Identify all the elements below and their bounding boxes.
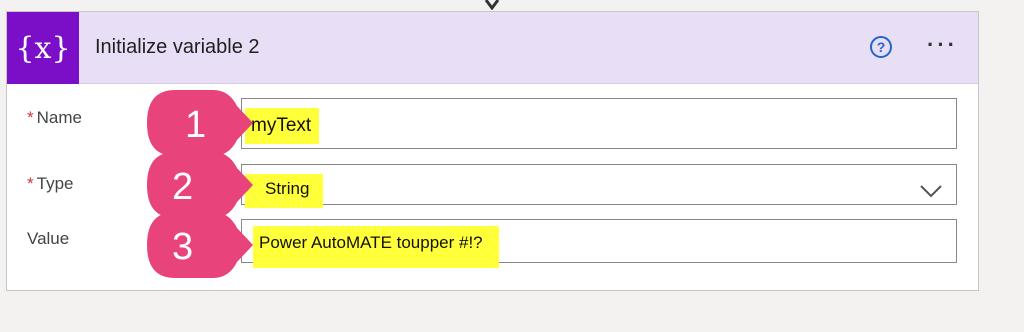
type-dropdown[interactable]: String [241,164,957,208]
card-title[interactable]: Initialize variable 2 [95,36,260,59]
type-label: * Type [27,174,73,194]
more-ellipsis-icon[interactable]: ··· [927,32,958,58]
annotation-badge-1: 1 [145,88,255,158]
name-input[interactable]: myText [241,98,957,149]
card-header[interactable]: {x} Initialize variable 2 ? ··· [7,12,978,84]
chevron-down-icon[interactable] [917,182,945,200]
type-label-text: Type [36,174,74,193]
name-label: * Name [27,108,82,128]
annotation-number-1: 1 [185,104,206,146]
question-circle-icon[interactable]: ? [870,36,892,58]
annotation-badge-3: 3 [145,210,255,280]
flow-connector-arrow-icon [484,0,500,10]
annotation-number-3: 3 [172,226,193,268]
name-input-value: myText [245,108,320,144]
value-input-value: Power AutoMATE toupper #!? [253,226,499,268]
required-asterisk: * [27,108,34,127]
name-label-text: Name [36,108,82,127]
annotation-number-2: 2 [172,166,193,208]
required-asterisk: * [27,174,34,193]
variable-icon: {x} [7,12,79,84]
variable-icon-glyph: {x} [15,30,71,66]
type-dropdown-value: String [245,174,324,208]
value-label: Value [27,229,70,248]
value-input[interactable]: Power AutoMATE toupper #!? [241,219,957,268]
